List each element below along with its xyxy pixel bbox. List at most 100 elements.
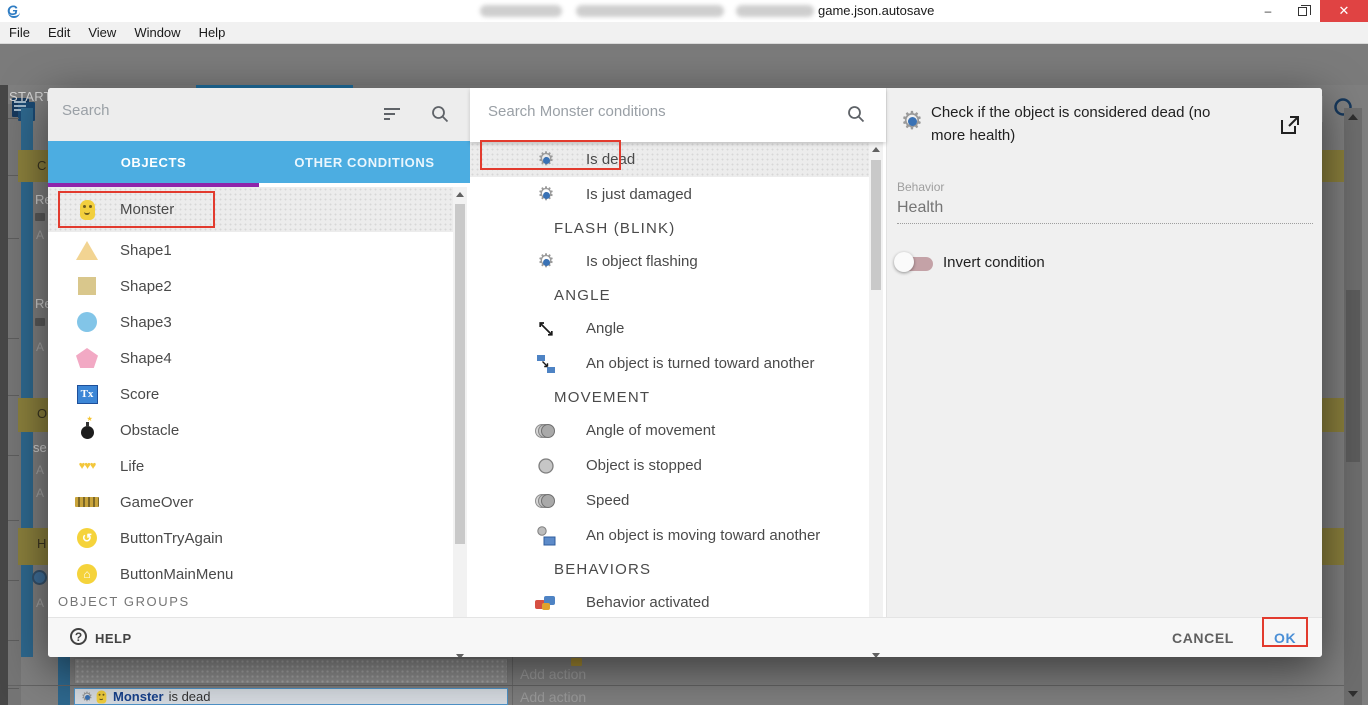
object-row[interactable]: Shape1: [48, 232, 453, 268]
score-icon: Tx: [74, 385, 100, 404]
condition-description: Check if the object is considered dead (…: [931, 101, 1247, 148]
menu-edit[interactable]: Edit: [39, 22, 79, 44]
scroll-down-icon[interactable]: [1348, 691, 1358, 697]
add-action-link[interactable]: Add action: [520, 689, 586, 705]
objects-search-input[interactable]: [62, 102, 342, 119]
object-row[interactable]: ⌂ ButtonMainMenu: [48, 556, 453, 592]
restore-button[interactable]: [1286, 0, 1318, 22]
document-title: game.json.autosave: [818, 3, 934, 18]
condition-section-header: BEHAVIORS: [470, 553, 869, 585]
scene-tab[interactable]: START: [9, 89, 52, 104]
scroll-down-icon[interactable]: [872, 653, 880, 657]
close-button[interactable]: ✕: [1320, 0, 1368, 22]
monster-icon: [97, 690, 107, 703]
scroll-up-icon[interactable]: [872, 147, 880, 152]
gutter-tick: [8, 338, 19, 339]
open-in-new-icon[interactable]: [1279, 114, 1301, 136]
scroll-down-icon[interactable]: [456, 654, 464, 657]
move2-icon: [534, 492, 558, 510]
scrollbar-thumb[interactable]: [1346, 290, 1360, 462]
menu-window[interactable]: Window: [125, 22, 189, 44]
gutter-tick: [8, 395, 19, 396]
condition-action-divider: [512, 657, 513, 705]
editor-left-edge: [0, 85, 8, 705]
puzzle-icon: [534, 595, 558, 611]
event-text-fragment: C: [37, 158, 46, 173]
tryagain-icon: ↺: [74, 528, 100, 548]
menu-file[interactable]: File: [0, 22, 39, 44]
condition-row[interactable]: An object is moving toward another: [470, 518, 869, 553]
restore-icon: [1298, 7, 1307, 16]
help-icon[interactable]: ?: [70, 628, 87, 645]
event-text-fragment: A: [36, 463, 44, 477]
event-text-fragment: A: [36, 596, 44, 610]
circle-icon: [74, 312, 100, 332]
condition-row[interactable]: ⚙ Is just damaged: [470, 177, 869, 212]
object-row[interactable]: ↺ ButtonTryAgain: [48, 520, 453, 556]
help-button[interactable]: HELP: [95, 631, 132, 646]
event-object-name: Monster: [113, 689, 164, 704]
behavior-field-label: Behavior: [897, 180, 944, 194]
condition-row[interactable]: Speed: [470, 483, 869, 518]
gear-icon: ⚙: [534, 185, 558, 205]
behavior-field-value[interactable]: Health: [897, 199, 943, 217]
toolbar-separator: [1322, 96, 1323, 122]
add-action-link[interactable]: Add action: [520, 666, 586, 682]
condition-section-header: MOVEMENT: [470, 381, 869, 413]
triangle-icon: [74, 241, 100, 260]
condition-section-header: FLASH (BLINK): [470, 212, 869, 244]
event-text-fragment: O: [37, 406, 47, 421]
titlebar: G game.json.autosave – ✕: [0, 0, 1368, 22]
conditions-list: ⚙ Is dead ⚙ Is just damaged FLASH (BLINK…: [470, 142, 869, 620]
bomb-icon: [74, 421, 100, 439]
gutter-tick: [8, 520, 19, 521]
filter-icon[interactable]: [384, 108, 400, 120]
conditions-search-bar: [470, 88, 886, 142]
condition-section-header: ANGLE: [470, 279, 869, 311]
event-text-fragment: se: [33, 440, 47, 455]
search-icon[interactable]: [846, 104, 866, 124]
condition-row[interactable]: An object is turned toward another: [470, 346, 869, 381]
event-text-fragment: A: [36, 228, 44, 242]
gear-icon: ⚙: [534, 252, 558, 272]
selected-event-condition[interactable]: ⚙ Monster is dead: [74, 688, 508, 705]
object-row[interactable]: GameOver: [48, 484, 453, 520]
menu-view[interactable]: View: [79, 22, 125, 44]
choose-condition-dialog: OBJECTS OTHER CONDITIONS Monster Shape1 …: [48, 88, 1322, 657]
annotation-box-monster: [58, 191, 215, 228]
menu-help[interactable]: Help: [190, 22, 235, 44]
condition-row[interactable]: Angle: [470, 311, 869, 346]
object-row[interactable]: Tx Score: [48, 376, 453, 412]
scrollbar-thumb[interactable]: [871, 160, 881, 290]
tab-objects[interactable]: OBJECTS: [48, 141, 259, 183]
scroll-up-icon[interactable]: [456, 192, 464, 197]
comment-row: [1322, 150, 1344, 182]
condition-row[interactable]: ⚙ Is object flashing: [470, 244, 869, 279]
briefcase-icon: [35, 213, 45, 221]
gear-icon: ⚙: [899, 108, 925, 134]
comment-row: [1322, 528, 1344, 565]
object-groups-header: OBJECT GROUPS: [58, 594, 190, 609]
minimize-button[interactable]: –: [1252, 0, 1284, 22]
condition-row[interactable]: Behavior activated: [470, 585, 869, 620]
selected-condition-above[interactable]: [74, 658, 508, 684]
condition-row[interactable]: Angle of movement: [470, 413, 869, 448]
object-row[interactable]: Shape2: [48, 268, 453, 304]
object-row[interactable]: Shape3: [48, 304, 453, 340]
tab-other-conditions[interactable]: OTHER CONDITIONS: [259, 141, 470, 183]
search-icon[interactable]: [430, 104, 450, 124]
cancel-button[interactable]: CANCEL: [1172, 630, 1234, 646]
conditions-search-input[interactable]: [488, 103, 808, 120]
pentagon-icon: [74, 348, 100, 368]
scrollbar-thumb[interactable]: [455, 204, 465, 544]
condition-row[interactable]: Object is stopped: [470, 448, 869, 483]
object-row[interactable]: ♥♥♥ Life: [48, 448, 453, 484]
object-row[interactable]: Shape4: [48, 340, 453, 376]
event-row-divider: [8, 685, 1344, 686]
square-icon: [74, 277, 100, 295]
gameover-icon: [74, 497, 100, 507]
invert-toggle-knob[interactable]: [894, 252, 914, 272]
scroll-up-icon[interactable]: [1348, 114, 1358, 120]
objects-list: Monster Shape1 Shape2 Shape3: [48, 187, 453, 592]
object-row[interactable]: Obstacle: [48, 412, 453, 448]
